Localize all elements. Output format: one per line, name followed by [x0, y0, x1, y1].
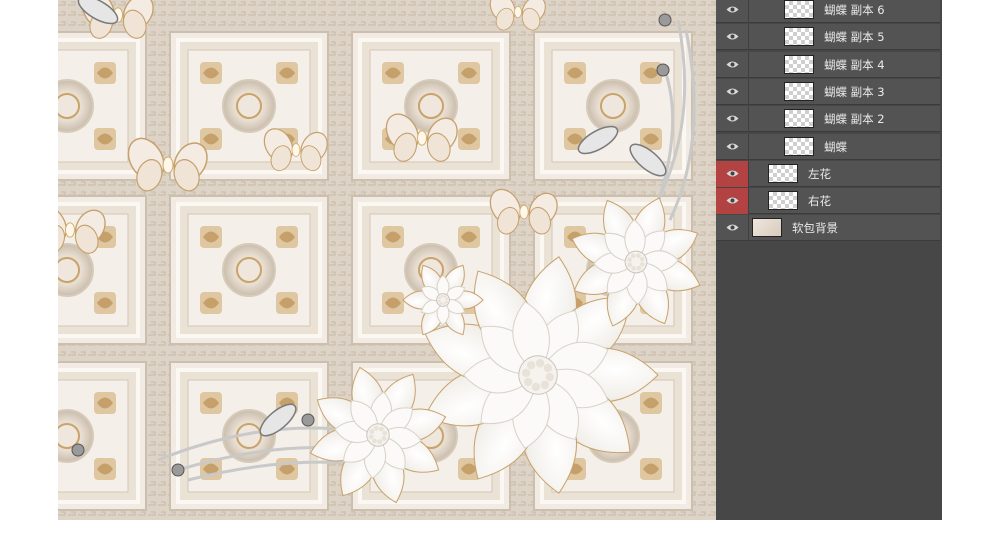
visibility-toggle[interactable] — [716, 24, 749, 51]
layer-name: 软包背景 — [792, 221, 838, 236]
layer-name: 蝴蝶 副本 3 — [824, 84, 885, 99]
crystal-bead — [301, 413, 315, 427]
crystal-bead — [656, 63, 670, 77]
eye-icon — [726, 170, 739, 177]
crystal-bead — [658, 13, 672, 27]
layer-thumbnail — [784, 81, 814, 101]
visibility-toggle[interactable] — [716, 215, 749, 242]
layer-row[interactable]: 软包背景 — [716, 215, 940, 242]
visibility-toggle[interactable] — [716, 188, 749, 215]
layer-name: 蝴蝶 副本 6 — [824, 3, 885, 17]
eye-icon — [726, 33, 739, 40]
ceiling-panel — [169, 195, 329, 345]
layer-thumbnail — [784, 109, 814, 129]
layer-thumbnail — [768, 163, 798, 183]
layer-name: 蝴蝶 副本 2 — [824, 112, 885, 127]
document-canvas[interactable] — [58, 0, 716, 520]
ceiling-panel — [351, 31, 511, 181]
canvas-artwork — [58, 0, 716, 520]
layers-panel: 蝴蝶 副本 6 蝴蝶 副本 5 蝴蝶 副本 4 蝴蝶 副本 3 蝴蝶 副本 2 蝴蝶左花右… — [716, 0, 942, 520]
layer-thumbnail — [784, 27, 814, 47]
crystal-bead — [171, 463, 185, 477]
eye-icon — [726, 224, 739, 231]
eye-icon — [726, 115, 739, 122]
eye-icon — [726, 88, 739, 95]
layer-thumbnail — [784, 54, 814, 74]
layer-row[interactable]: 蝴蝶 副本 5 — [716, 24, 940, 51]
visibility-toggle[interactable] — [716, 0, 749, 23]
visibility-toggle[interactable] — [716, 106, 749, 133]
layer-thumbnail — [784, 0, 814, 19]
layer-name: 右花 — [808, 194, 831, 209]
ceiling-panel — [58, 361, 147, 511]
layer-thumbnail — [768, 191, 798, 211]
eye-icon — [726, 197, 739, 204]
eye-icon — [726, 6, 739, 13]
layer-name: 蝴蝶 副本 5 — [824, 30, 885, 45]
layer-row[interactable]: 蝴蝶 副本 2 — [716, 106, 940, 133]
crystal-bead — [71, 443, 85, 457]
layer-thumbnail — [752, 218, 782, 238]
layer-name: 左花 — [808, 166, 831, 181]
layer-row[interactable]: 右花 — [716, 188, 940, 215]
layer-row[interactable]: 蝴蝶 副本 4 — [716, 51, 940, 78]
eye-icon — [726, 61, 739, 68]
visibility-toggle[interactable] — [716, 51, 749, 78]
eye-icon — [726, 143, 739, 149]
layer-row[interactable]: 蝴蝶 — [716, 133, 940, 160]
layer-row[interactable]: 蝴蝶 副本 3 — [716, 78, 940, 105]
visibility-toggle[interactable] — [716, 133, 749, 160]
layer-name: 蝴蝶 — [824, 139, 847, 154]
visibility-toggle[interactable] — [716, 78, 749, 105]
layer-row[interactable]: 左花 — [716, 160, 940, 187]
ceiling-panel — [169, 361, 329, 511]
visibility-toggle[interactable] — [716, 160, 749, 187]
layer-thumbnail — [784, 136, 814, 156]
layer-row[interactable]: 蝴蝶 副本 6 — [716, 0, 940, 23]
layer-name: 蝴蝶 副本 4 — [824, 57, 885, 72]
